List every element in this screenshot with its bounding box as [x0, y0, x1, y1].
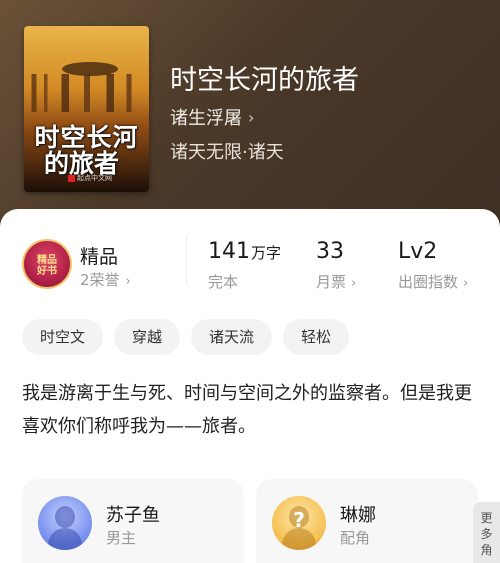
completion-status: 完本 — [208, 273, 239, 291]
monthly-tickets-value: 33 — [316, 239, 344, 264]
publisher-logo-icon — [68, 174, 75, 182]
badge-text: 精品 好书 — [37, 255, 57, 277]
character-name: 琳娜 — [340, 505, 376, 526]
cover-publisher: 起点中文网 — [68, 173, 112, 183]
tag-item[interactable]: 穿越 — [114, 319, 181, 355]
character-name: 苏子鱼 — [106, 505, 160, 526]
character-avatar: ? — [272, 496, 326, 550]
character-avatar — [38, 496, 92, 550]
honor-title: 精品 — [80, 246, 119, 268]
monthly-tickets-link[interactable]: 月票 › — [316, 271, 356, 292]
character-card[interactable]: 苏子鱼 男主 — [22, 479, 244, 563]
character-card[interactable]: ? 琳娜 配角 — [256, 479, 478, 563]
honor-count-link[interactable]: 2荣誉 › — [80, 269, 131, 290]
more-label: 更多角 — [480, 511, 493, 557]
tag-item[interactable]: 诸天流 — [191, 319, 273, 355]
book-title: 时空长河的旅者 — [170, 65, 359, 96]
tag-list: 时空文 穿越 诸天流 轻松 — [22, 319, 350, 355]
author-name: 诸生浮屠 — [170, 108, 242, 129]
chevron-right-icon: › — [125, 274, 131, 289]
avatar-body — [48, 528, 82, 550]
avatar-head — [55, 506, 75, 528]
chevron-right-icon: › — [463, 276, 469, 291]
tag-item[interactable]: 轻松 — [283, 319, 350, 355]
city-illustration — [24, 74, 149, 112]
book-cover[interactable]: 时空长河 的旅者 起点中文网 — [24, 26, 149, 192]
character-role: 配角 — [340, 529, 371, 547]
breakout-index-link[interactable]: 出圈指数 › — [398, 271, 468, 292]
character-role: 男主 — [106, 529, 137, 547]
book-description[interactable]: 我是游离于生与死、时间与空间之外的监察者。但是我更喜欢你们称呼我为——旅者。 — [22, 377, 482, 443]
word-count: 141万字 — [208, 239, 282, 264]
author-link[interactable]: 诸生浮屠 › — [170, 104, 254, 130]
book-info-card: 精品 好书 精品 2荣誉 › 141万字 完本 33 月票 › Lv2 出圈指数 › 时… — [0, 209, 500, 563]
breakout-index-value: Lv2 — [398, 239, 438, 264]
more-characters-button[interactable]: 更多角 — [473, 502, 500, 563]
chevron-right-icon: › — [351, 276, 357, 291]
honor-badge-icon[interactable]: 精品 好书 — [22, 239, 72, 289]
question-mark-icon: ? — [293, 508, 305, 532]
chevron-right-icon: › — [248, 107, 255, 127]
divider — [186, 235, 187, 285]
tag-item[interactable]: 时空文 — [22, 319, 104, 355]
book-genre: 诸天无限·诸天 — [170, 142, 284, 163]
